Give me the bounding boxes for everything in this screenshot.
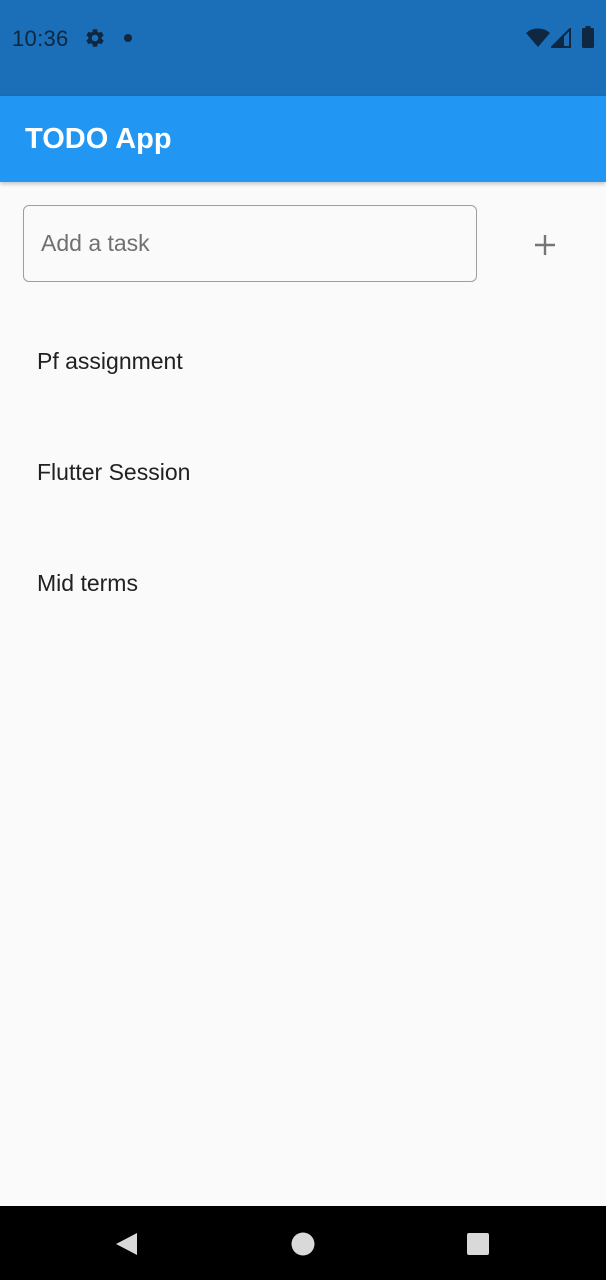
task-input[interactable] [23, 205, 477, 282]
add-task-button[interactable] [520, 220, 570, 270]
task-item[interactable]: Flutter Session [0, 417, 606, 528]
app-title: TODO App [25, 123, 172, 155]
battery-icon [582, 26, 594, 48]
task-label: Flutter Session [37, 459, 191, 485]
status-bar: 10:36 [0, 0, 606, 96]
gear-icon [84, 27, 106, 49]
back-icon[interactable] [115, 1232, 139, 1256]
app-bar: TODO App [0, 96, 606, 182]
task-label: Pf assignment [37, 348, 183, 374]
wifi-icon [526, 28, 550, 48]
home-icon[interactable] [291, 1232, 315, 1256]
signal-icon [549, 26, 571, 48]
task-item[interactable]: Pf assignment [0, 306, 606, 417]
task-label: Mid terms [37, 570, 138, 596]
status-time: 10:36 [12, 26, 69, 51]
plus-icon [535, 235, 555, 255]
task-item[interactable]: Mid terms [0, 528, 606, 639]
navigation-bar [0, 1206, 606, 1280]
notification-dot-icon [124, 34, 132, 42]
recents-icon[interactable] [466, 1232, 490, 1256]
